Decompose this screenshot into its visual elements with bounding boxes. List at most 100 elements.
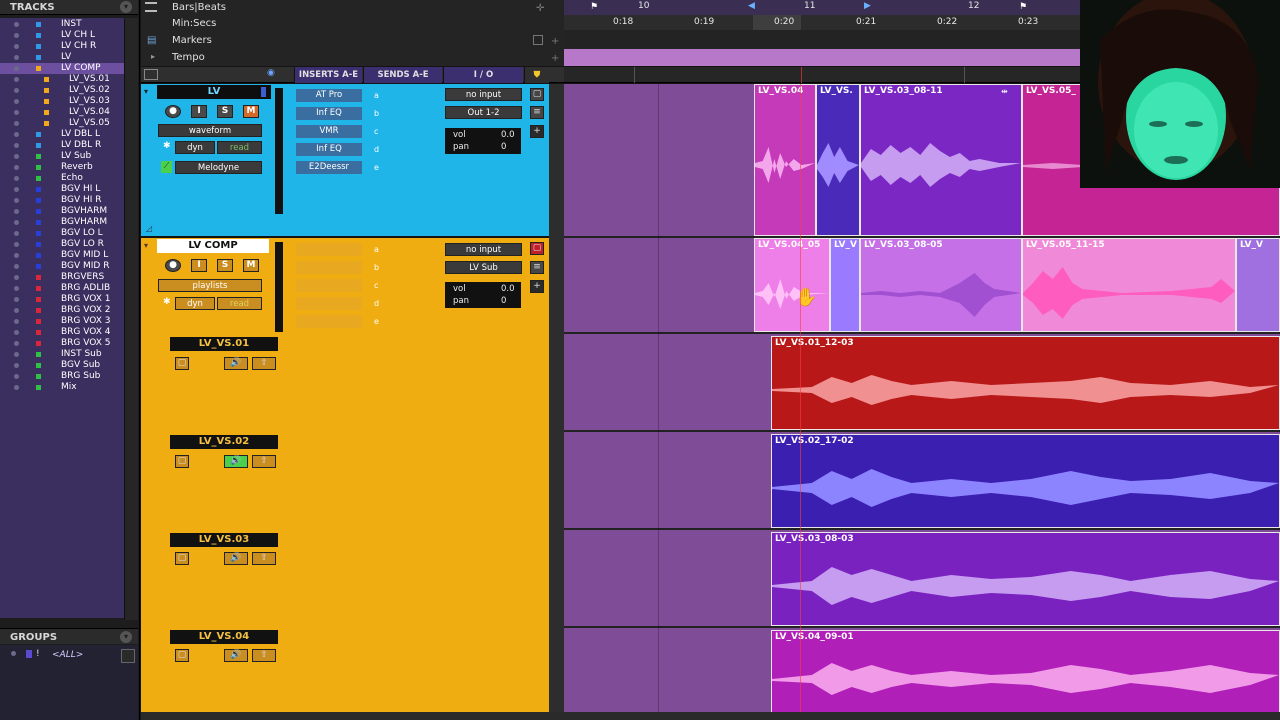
view-selector-icon[interactable] (144, 69, 158, 80)
track-visibility-icon[interactable] (14, 341, 19, 346)
clip[interactable]: LV_VS.03_08-05 (860, 238, 1022, 332)
bars-strip[interactable]: ⚑ 10 ◀ 11 ▶ 12 ⚑ (564, 0, 1080, 15)
clip[interactable]: LV_V (830, 238, 860, 332)
input-monitor-button[interactable]: I (191, 105, 207, 118)
track-list-item[interactable]: BRG ADLIB (0, 283, 124, 294)
track-list-item[interactable]: BRG VOX 1 (0, 294, 124, 305)
insert-slot-e[interactable] (296, 315, 362, 328)
clip[interactable]: LV_VS.01_12-03 (771, 336, 1280, 430)
track-visibility-icon[interactable] (14, 308, 19, 313)
track-visibility-icon[interactable] (14, 264, 19, 269)
mute-button[interactable]: M (243, 105, 259, 118)
track-list-item[interactable]: BRG VOX 4 (0, 327, 124, 338)
track-name[interactable]: LV (157, 85, 271, 99)
speaker-icon[interactable]: 🔊 (224, 357, 248, 370)
track-visibility-icon[interactable] (14, 154, 19, 159)
track-box-icon[interactable]: ▢ (530, 88, 544, 101)
track-options-icon[interactable]: ◉ (267, 68, 275, 78)
groups-grid-icon[interactable] (121, 649, 135, 663)
send-slot-c[interactable]: c (374, 127, 378, 136)
add-icon[interactable]: + (551, 53, 559, 64)
playlist-select-icon[interactable]: ▢ (175, 357, 189, 370)
promote-icon[interactable]: ⇧ (252, 552, 276, 565)
insert-slot-d[interactable] (296, 297, 362, 310)
track-visibility-icon[interactable] (14, 165, 19, 170)
marker-list-icon[interactable]: ▤ (147, 35, 156, 46)
track-visibility-icon[interactable] (14, 275, 19, 280)
add-icon[interactable]: + (551, 36, 559, 47)
tracks-menu-icon[interactable]: ▾ (120, 1, 132, 13)
track-list-item[interactable]: LV Sub (0, 151, 124, 162)
track-visibility-icon[interactable] (14, 330, 19, 335)
add-send-icon[interactable]: + (530, 280, 544, 293)
track-visibility-icon[interactable] (14, 253, 19, 258)
track-list-item[interactable]: BGV HI L (0, 184, 124, 195)
ruler-min-secs[interactable]: Min:Secs (141, 16, 564, 33)
insert-slot-e[interactable]: E2Deessr (296, 161, 362, 174)
mute-button[interactable]: M (243, 259, 259, 272)
track-visibility-icon[interactable] (14, 363, 19, 368)
playhead[interactable] (800, 84, 801, 714)
clip[interactable]: LV_VS.05_11-15 (1022, 238, 1236, 332)
vol-pan-display[interactable]: vol 0.0 pan 0 (445, 128, 521, 154)
track-visibility-icon[interactable] (14, 209, 19, 214)
track-list-item[interactable]: LV CH R (0, 41, 124, 52)
track-list-item[interactable]: BRGVERS (0, 272, 124, 283)
selection-end-icon[interactable]: ▶ (864, 1, 871, 11)
track-visibility-icon[interactable] (14, 22, 19, 27)
clip[interactable]: LV_VS.03_08-03 (771, 532, 1280, 626)
playlist-name[interactable]: LV_VS.01 (170, 337, 278, 351)
clip[interactable]: LV_VS.04_09-01 (771, 630, 1280, 714)
playlist-name[interactable]: LV_VS.03 (170, 533, 278, 547)
record-button[interactable]: ● (165, 105, 181, 118)
resize-icon[interactable]: ◿ (146, 224, 152, 233)
track-visibility-icon[interactable] (14, 220, 19, 225)
plugin-slot[interactable]: Melodyne (175, 161, 262, 174)
track-visibility-icon[interactable] (14, 242, 19, 247)
playlist-name[interactable]: LV_VS.02 (170, 435, 278, 449)
selection-start-icon[interactable]: ◀ (748, 1, 755, 11)
insert-slot-d[interactable]: Inf EQ (296, 143, 362, 156)
ruler-markers[interactable]: ▤ Markers + (141, 33, 564, 50)
output-selector[interactable]: LV Sub (445, 261, 522, 274)
track-list-item[interactable]: LV COMP (0, 63, 124, 74)
track-list-item[interactable]: Echo (0, 173, 124, 184)
group-all-item[interactable]: <ALL> (52, 650, 83, 660)
insert-slot-a[interactable]: AT Pro (296, 89, 362, 102)
groups-menu-icon[interactable]: ▾ (120, 631, 132, 643)
io-header[interactable]: I / O (443, 67, 523, 83)
track-list-item[interactable]: LV_VS.01 (0, 74, 124, 85)
track-list-item[interactable]: LV DBL L (0, 129, 124, 140)
track-visibility-icon[interactable] (14, 187, 19, 192)
elastic-audio-icon[interactable]: ⟋ (161, 161, 172, 173)
send-slot-b[interactable]: b (374, 109, 379, 118)
track-visibility-icon[interactable] (14, 176, 19, 181)
send-slot-e[interactable]: e (374, 163, 379, 172)
track-visibility-icon[interactable] (14, 88, 19, 93)
track-visibility-icon[interactable] (14, 77, 19, 82)
track-list-item[interactable]: BGV Sub (0, 360, 124, 371)
track-visibility-icon[interactable] (14, 374, 19, 379)
track-list-item[interactable]: BGV LO R (0, 239, 124, 250)
playlist-select-icon[interactable]: ▢ (175, 552, 189, 565)
clip[interactable]: LV_VS.04_05 ✋ (754, 238, 830, 332)
insert-slot-c[interactable]: VMR (296, 125, 362, 138)
track-visibility-icon[interactable] (14, 198, 19, 203)
timeline-ruler[interactable]: ⚑ 10 ◀ 11 ▶ 12 ⚑ 0:18 0:19 0:20 0:21 0:2… (564, 0, 1080, 66)
track-visibility-icon[interactable] (14, 99, 19, 104)
input-selector[interactable]: no input (445, 243, 522, 256)
track-list-item[interactable]: LV DBL R (0, 140, 124, 151)
automation-mode[interactable]: read (217, 297, 262, 310)
track-list-item[interactable]: BRG Sub (0, 371, 124, 382)
playlist-select-icon[interactable]: ▢ (175, 649, 189, 662)
tempo-strip[interactable] (564, 47, 1080, 66)
send-slot-c[interactable]: c (374, 281, 378, 290)
input-monitor-button[interactable]: I (191, 259, 207, 272)
track-visibility-icon[interactable] (14, 33, 19, 38)
solo-button[interactable]: S (217, 105, 233, 118)
speaker-icon[interactable]: 🔊 (224, 552, 248, 565)
send-slot-e[interactable]: e (374, 317, 379, 326)
insert-slot-b[interactable]: Inf EQ (296, 107, 362, 120)
insert-slot-b[interactable] (296, 261, 362, 274)
clip[interactable]: LV_VS.02_17-02 (771, 434, 1280, 528)
